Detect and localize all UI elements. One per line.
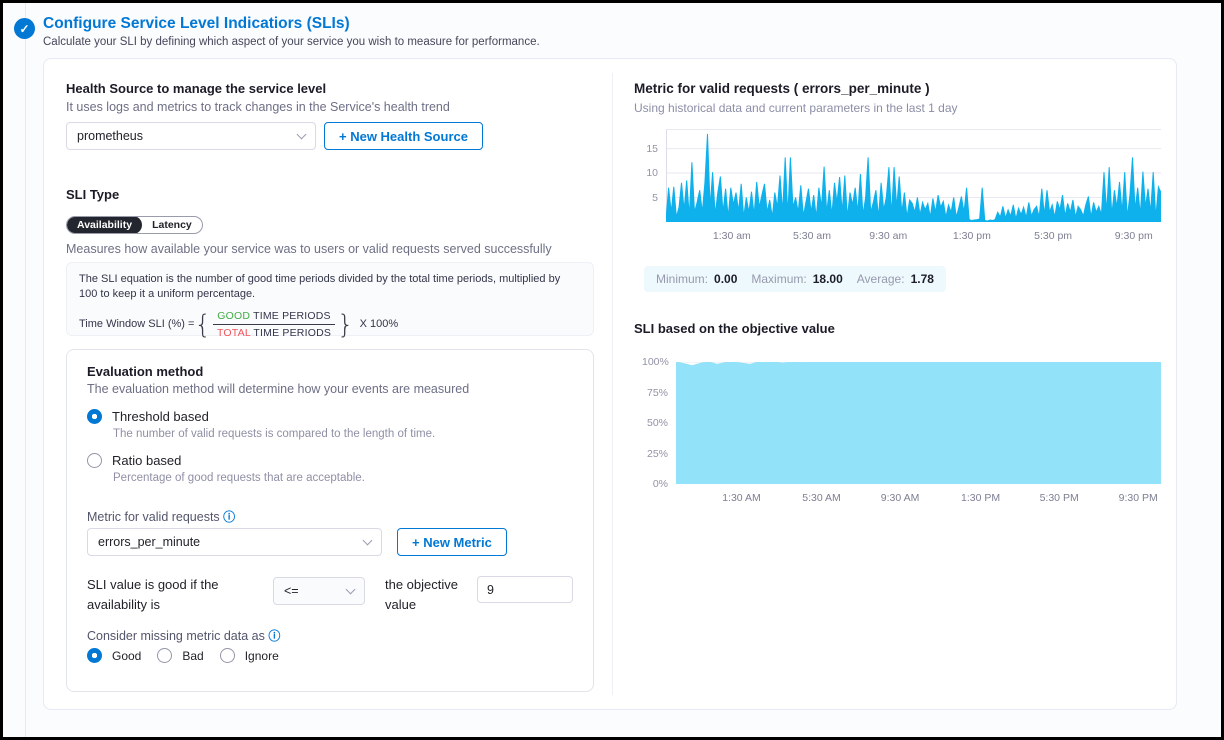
y-axis-tick-label: 5 — [632, 192, 658, 204]
x-axis-tick-label: 9:30 PM — [1119, 492, 1158, 504]
column-divider — [612, 73, 613, 695]
objective-value-input[interactable] — [477, 576, 573, 603]
operator-dropdown-value: <= — [284, 584, 299, 598]
x-axis-tick-label: 9:30 AM — [881, 492, 920, 504]
objective-value-label: the objective value — [385, 575, 477, 615]
sli-chart-title: SLI based on the objective value — [634, 321, 835, 336]
sli-type-description: Measures how available your service was … — [66, 242, 552, 256]
maximum-label: Maximum: — [751, 272, 806, 286]
health-source-description: It uses logs and metrics to track change… — [66, 100, 450, 114]
sli-equation-box: The SLI equation is the number of good t… — [66, 262, 594, 336]
sli-equation-intro: The SLI equation is the number of good t… — [79, 272, 581, 303]
good-radio[interactable] — [87, 648, 102, 663]
page-subtitle: Calculate your SLI by defining which asp… — [43, 36, 540, 48]
metric-dropdown-value: errors_per_minute — [98, 535, 200, 549]
y-axis-tick-label: 75% — [642, 387, 668, 399]
sli-type-toggle: Availability Latency — [66, 216, 203, 234]
minimum-value: 0.00 — [714, 272, 737, 286]
good-label: Good — [112, 649, 141, 663]
info-icon[interactable]: ⓘ — [223, 510, 235, 524]
y-axis-tick-label: 15 — [632, 143, 658, 155]
chevron-down-icon — [363, 536, 373, 546]
sli-config-card: Health Source to manage the service leve… — [43, 58, 1177, 710]
health-source-dropdown-value: prometheus — [77, 129, 143, 143]
missing-data-ignore-option[interactable]: Ignore — [220, 648, 279, 663]
sli-type-availability-tab[interactable]: Availability — [67, 216, 142, 234]
ignore-label: Ignore — [245, 649, 279, 663]
ratio-based-description: Percentage of good requests that are acc… — [113, 472, 365, 484]
equation-rhs: X 100% — [360, 317, 399, 332]
equation-close-brace: } — [337, 307, 354, 343]
ratio-based-label: Ratio based — [112, 453, 181, 468]
chevron-down-icon — [346, 585, 356, 595]
equation-denominator-rest: TIME PERIODS — [250, 327, 331, 339]
step-connector-line — [25, 3, 26, 737]
sli-type-latency-tab[interactable]: Latency — [142, 216, 202, 234]
equation-fraction: GOOD TIME PERIODS TOTAL TIME PERIODS — [213, 308, 335, 342]
ratio-based-option[interactable]: Ratio based — [87, 453, 181, 468]
equation-numerator-rest: TIME PERIODS — [250, 310, 331, 322]
evaluation-method-description: The evaluation method will determine how… — [87, 382, 469, 396]
new-metric-button[interactable]: + New Metric — [397, 528, 507, 556]
equation-good-term: GOOD — [217, 310, 250, 322]
threshold-based-label: Threshold based — [112, 409, 209, 424]
x-axis-tick-label: 5:30 AM — [802, 492, 841, 504]
missing-data-options: Good Bad Ignore — [87, 648, 279, 663]
threshold-based-radio[interactable] — [87, 409, 102, 424]
ratio-based-radio[interactable] — [87, 453, 102, 468]
metric-stats-badge: Minimum: 0.00 Maximum: 18.00 Average: 1.… — [644, 266, 946, 292]
metric-chart-subtitle: Using historical data and current parame… — [634, 101, 958, 115]
maximum-value: 18.00 — [813, 272, 843, 286]
average-value: 1.78 — [911, 272, 934, 286]
bad-radio[interactable] — [157, 648, 172, 663]
evaluation-method-card: Evaluation method The evaluation method … — [66, 349, 594, 692]
info-icon[interactable]: ⓘ — [268, 629, 280, 643]
threshold-based-option[interactable]: Threshold based — [87, 409, 209, 424]
missing-data-good-option[interactable]: Good — [87, 648, 141, 663]
equation-total-term: TOTAL — [217, 327, 250, 339]
step-complete-check-icon: ✓ — [14, 18, 35, 39]
x-axis-tick-label: 5:30 am — [793, 230, 831, 242]
x-axis-tick-label: 1:30 pm — [953, 230, 991, 242]
chevron-down-icon — [297, 130, 307, 140]
threshold-based-description: The number of valid requests is compared… — [113, 428, 435, 440]
metric-chart-title: Metric for valid requests ( errors_per_m… — [634, 81, 930, 96]
health-source-label: Health Source to manage the service leve… — [66, 81, 326, 96]
x-axis-tick-label: 1:30 am — [713, 230, 751, 242]
operator-dropdown[interactable]: <= — [273, 577, 365, 605]
y-axis-tick-label: 10 — [632, 167, 658, 179]
metric-chart: 5 10 15 1:30 am 5:30 am 9:30 am 1:30 pm 5:30 pm… — [634, 129, 1164, 249]
x-axis-tick-label: 1:30 PM — [961, 492, 1000, 504]
average-label: Average: — [857, 272, 905, 286]
x-axis-tick-label: 9:30 pm — [1115, 230, 1153, 242]
sli-equation: Time Window SLI (%) = { GOOD TIME PERIOD… — [79, 307, 581, 343]
metric-dropdown[interactable]: errors_per_minute — [87, 528, 382, 556]
sli-good-if-label: SLI value is good if the availability is — [87, 575, 272, 615]
health-source-dropdown[interactable]: prometheus — [66, 122, 316, 150]
sli-type-label: SLI Type — [66, 187, 119, 202]
page-title: Configure Service Level Indicatiors (SLI… — [43, 15, 350, 33]
missing-metric-data-label: Consider missing metric data as ⓘ — [87, 627, 280, 644]
x-axis-tick-label: 1:30 AM — [722, 492, 761, 504]
equation-lhs: Time Window SLI (%) = — [79, 317, 194, 332]
y-axis-tick-label: 25% — [642, 448, 668, 460]
new-health-source-button[interactable]: + New Health Source — [324, 122, 483, 150]
bad-label: Bad — [182, 649, 203, 663]
sli-chart: 0% 25% 50% 75% 100% 1:30 AM 5:30 AM 9:30 AM 1:30… — [634, 352, 1174, 512]
x-axis-tick-label: 5:30 PM — [1040, 492, 1079, 504]
equation-open-brace: { — [194, 307, 211, 343]
x-axis-tick-label: 9:30 am — [869, 230, 907, 242]
y-axis-tick-label: 100% — [642, 356, 668, 368]
missing-data-bad-option[interactable]: Bad — [157, 648, 203, 663]
y-axis-tick-label: 50% — [642, 417, 668, 429]
y-axis-tick-label: 0% — [642, 478, 668, 490]
ignore-radio[interactable] — [220, 648, 235, 663]
x-axis-tick-label: 5:30 pm — [1034, 230, 1072, 242]
minimum-label: Minimum: — [656, 272, 708, 286]
metric-valid-requests-label: Metric for valid requests ⓘ — [87, 508, 235, 525]
evaluation-method-title: Evaluation method — [87, 364, 203, 379]
